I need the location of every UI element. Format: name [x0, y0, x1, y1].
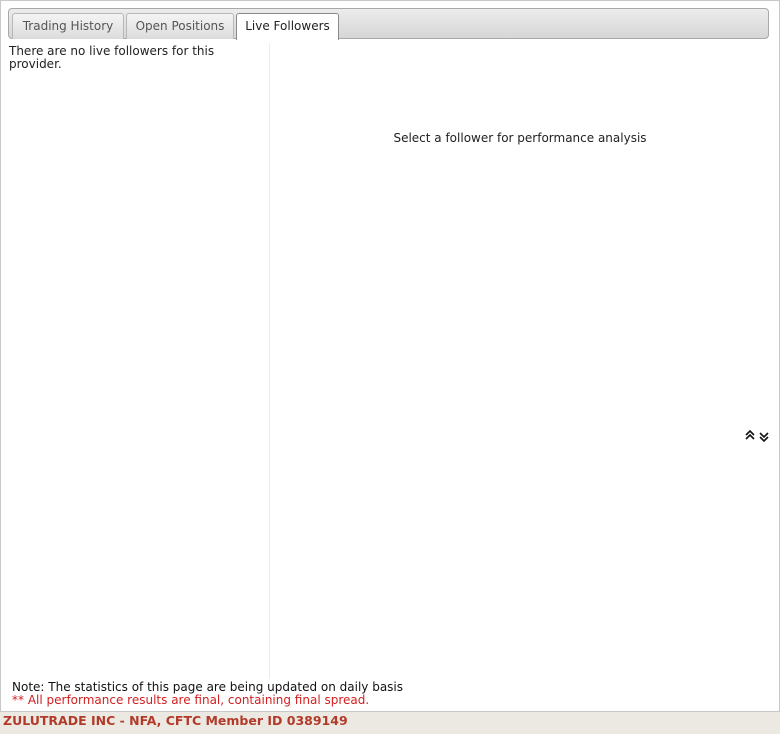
performance-disclaimer: ** All performance results are final, co…: [12, 693, 370, 707]
no-followers-message: There are no live followers for this pro…: [9, 44, 215, 71]
footer-company-text: ZULUTRADE INC - NFA, CFTC Member ID 0389…: [3, 713, 348, 728]
followers-list-pane: There are no live followers for this pro…: [3, 43, 270, 679]
tab-open-positions[interactable]: Open Positions: [126, 13, 234, 39]
tab-trading-history[interactable]: Trading History: [12, 13, 124, 39]
main-panel: Trading History Open Positions Live Foll…: [0, 0, 780, 712]
chevrons-up-down-icon: [745, 429, 769, 443]
select-follower-message: Select a follower for performance analys…: [393, 131, 647, 145]
expand-collapse-chevrons-icon[interactable]: [745, 429, 771, 443]
tab-live-followers[interactable]: Live Followers: [236, 13, 339, 40]
footer-bar: ZULUTRADE INC - NFA, CFTC Member ID 0389…: [0, 711, 780, 734]
tab-bar: Trading History Open Positions Live Foll…: [8, 8, 769, 40]
performance-analysis-pane: Select a follower for performance analys…: [270, 43, 778, 679]
